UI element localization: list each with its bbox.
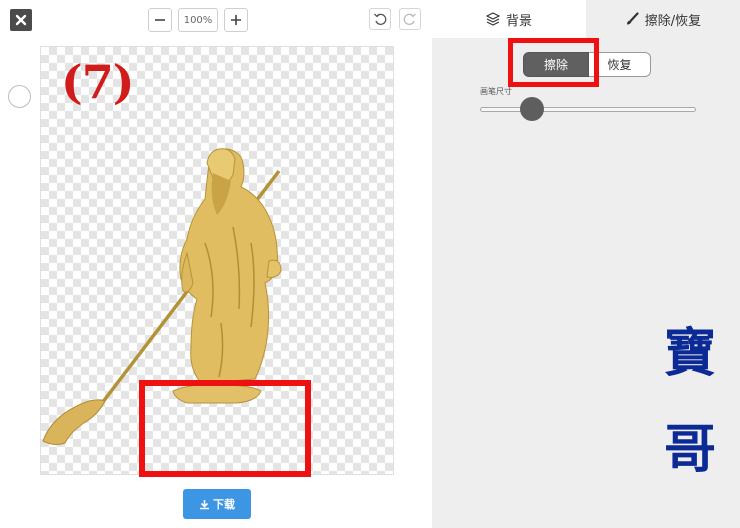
highlight-box-canvas — [139, 380, 311, 477]
download-label: 下载 — [213, 498, 235, 511]
compare-toggle[interactable] — [8, 85, 31, 108]
zoom-controls: 100% — [148, 8, 248, 32]
plus-icon — [231, 15, 241, 25]
zoom-out-button[interactable] — [148, 8, 172, 32]
highlight-box-erase — [508, 38, 599, 87]
zoom-level-field[interactable]: 100% — [178, 8, 218, 32]
tab-background-label: 背景 — [505, 13, 532, 29]
download-icon — [200, 499, 209, 509]
tab-erase-restore[interactable]: 擦除/恢复 — [586, 0, 740, 38]
watermark: 寶 哥 — [660, 328, 720, 493]
close-button[interactable] — [10, 9, 32, 31]
tab-background[interactable]: 背景 — [432, 0, 586, 38]
brush-size-slider[interactable] — [480, 107, 696, 112]
brush-size-thumb[interactable] — [519, 97, 544, 121]
download-button[interactable]: 下载 — [183, 489, 251, 519]
zoom-in-button[interactable] — [224, 8, 248, 32]
close-icon — [15, 14, 27, 26]
redo-button[interactable] — [399, 8, 421, 30]
brush-icon — [626, 12, 639, 25]
panel-tabs: 背景 擦除/恢复 — [432, 0, 740, 38]
brush-size-label: 画笔尺寸 — [480, 87, 512, 96]
minus-icon — [155, 19, 165, 21]
layers-icon — [485, 12, 500, 26]
tab-erase-restore-label: 擦除/恢复 — [644, 13, 702, 29]
photo-editor: 100% (7) 下载 背景 擦除/恢复 擦除 恢复 画笔尺寸 寶 哥 — [0, 0, 740, 528]
redo-icon — [403, 13, 416, 25]
watermark-char-2: 哥 — [663, 419, 716, 480]
undo-button[interactable] — [369, 8, 391, 30]
undo-icon — [374, 13, 387, 25]
watermark-char-1: 寶 — [663, 323, 716, 384]
